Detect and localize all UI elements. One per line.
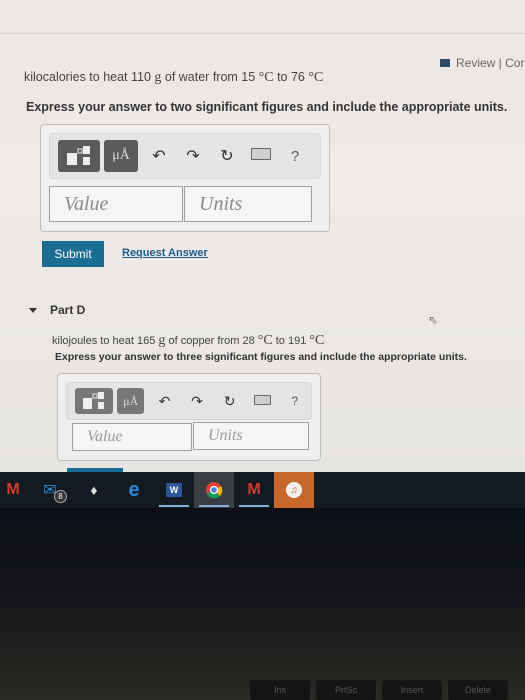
mail-badge: 8: [54, 490, 67, 503]
temp-unit: °C: [309, 333, 325, 348]
word-icon: W: [165, 483, 183, 497]
units-button[interactable]: μÅ: [117, 388, 145, 414]
math-toolbar: μÅ ↶ ↷ ↻ ?: [66, 382, 312, 420]
undo-icon[interactable]: ↶: [148, 393, 181, 410]
keyboard-key: Delete: [448, 680, 508, 700]
mcafee-icon: M: [6, 481, 20, 498]
help-icon[interactable]: ?: [278, 394, 311, 408]
part-c-instruction: Express your answer to two significant f…: [26, 100, 508, 114]
review-link[interactable]: Review | Cor: [440, 56, 524, 70]
part-c-answer-box: μÅ ↶ ↷ ↻ ? Value Units: [40, 124, 330, 232]
review-label: Review | Cor: [456, 56, 525, 70]
taskbar-app-itunes[interactable]: ♫: [274, 472, 314, 508]
units-button[interactable]: μÅ: [104, 140, 138, 172]
templates-icon: [67, 146, 90, 165]
taskbar-app-mcafee[interactable]: M: [0, 472, 26, 508]
redo-icon[interactable]: ↷: [176, 146, 210, 166]
mcafee-icon: M: [247, 481, 261, 498]
temp-unit: °C: [258, 70, 274, 85]
part-d-instruction: Express your answer to three significant…: [55, 351, 467, 363]
temp-unit: °C: [308, 70, 324, 85]
keyboard-button[interactable]: [244, 147, 278, 165]
value-input[interactable]: Value: [72, 423, 192, 451]
keyboard-button[interactable]: [246, 392, 279, 410]
part-d-title[interactable]: Part D: [50, 303, 85, 317]
part-d-answer-box: μÅ ↶ ↷ ↻ ? Value Units: [57, 373, 321, 461]
reset-icon[interactable]: ↻: [210, 146, 244, 166]
keyboard-key: PrtSc: [316, 680, 376, 700]
templates-button[interactable]: [75, 388, 114, 414]
book-icon: [440, 59, 451, 67]
taskbar-app-word[interactable]: W: [154, 472, 194, 508]
collapse-caret-icon[interactable]: [29, 308, 37, 313]
taskbar-app-ghost[interactable]: ♦: [74, 472, 114, 508]
itunes-icon: ♫: [286, 482, 302, 498]
divider: [0, 33, 525, 34]
mouse-cursor-icon: ⇖: [428, 313, 439, 327]
templates-button[interactable]: [58, 140, 100, 172]
redo-icon[interactable]: ↷: [181, 393, 214, 410]
templates-icon: [83, 392, 105, 409]
taskbar-app-chrome[interactable]: [194, 472, 234, 508]
question-text: of water from 15: [161, 70, 259, 84]
temp-unit: °C: [257, 333, 273, 348]
taskbar: M ✉ 8 ♦ e W M ♫: [0, 472, 525, 508]
keyboard-icon: [251, 148, 271, 160]
part-d-question: kilojoules to heat 165 g of copper from …: [52, 333, 324, 349]
question-text: to 191: [272, 335, 310, 347]
question-text: of copper from 28: [165, 335, 258, 347]
question-text: kilocalories to heat 110: [24, 70, 155, 84]
keyboard-key: Insert: [382, 680, 442, 700]
taskbar-app-mcafee-2[interactable]: M: [234, 472, 274, 508]
reset-icon[interactable]: ↻: [213, 393, 246, 410]
math-toolbar: μÅ ↶ ↷ ↻ ?: [49, 133, 321, 179]
question-text: kilojoules to heat 165: [52, 335, 159, 347]
taskbar-app-edge[interactable]: e: [114, 472, 154, 508]
edge-icon: e: [128, 478, 140, 501]
units-input[interactable]: Units: [193, 422, 309, 450]
laptop-bezel: [0, 508, 525, 700]
value-input[interactable]: Value: [49, 186, 183, 222]
request-answer-link[interactable]: Request Answer: [122, 247, 208, 259]
keyboard-key: Ins: [250, 680, 310, 700]
submit-button[interactable]: Submit: [42, 241, 104, 267]
help-icon[interactable]: ?: [278, 148, 312, 165]
app-ghost-icon: ♦: [90, 482, 98, 498]
taskbar-app-mail[interactable]: ✉ 8: [26, 472, 74, 508]
undo-icon[interactable]: ↶: [142, 146, 176, 166]
keyboard-row: Ins PrtSc Insert Delete: [0, 680, 525, 700]
question-text: to 76: [273, 70, 309, 84]
browser-page: Review | Cor kilocalories to heat 110 g …: [0, 0, 525, 472]
units-input[interactable]: Units: [184, 186, 312, 222]
keyboard-icon: [253, 395, 271, 405]
part-c-question: kilocalories to heat 110 g of water from…: [24, 70, 323, 86]
chrome-icon: [206, 482, 223, 499]
